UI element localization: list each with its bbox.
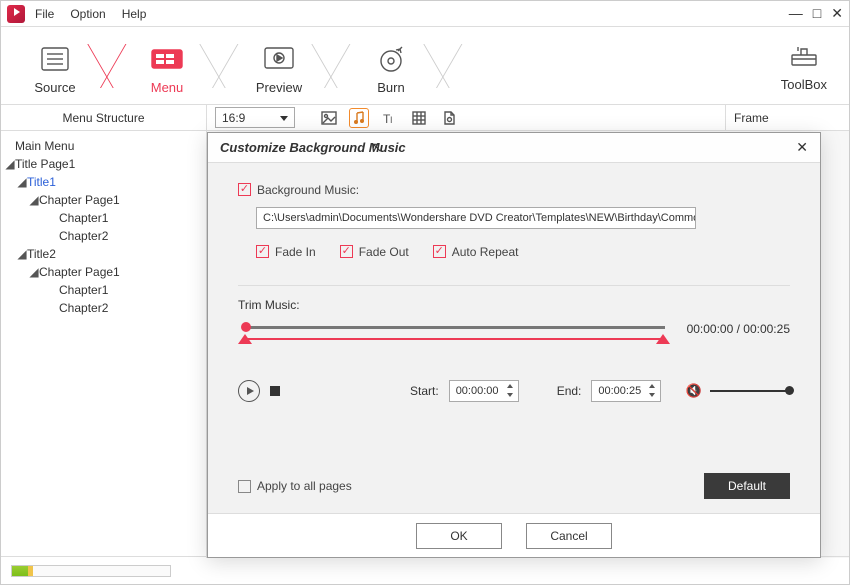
end-label: End: (557, 384, 582, 398)
step-arrow (211, 36, 235, 96)
trim-time-display: 00:00:00 / 00:00:25 (687, 322, 790, 336)
dialog-header: Customize Background Music ✕ (208, 133, 820, 163)
step-source-label: Source (11, 80, 99, 95)
music-tool-icon[interactable] (349, 108, 369, 128)
tree-title2[interactable]: ◢Title2 (5, 245, 202, 263)
tree-chapter-page1[interactable]: ◢Chapter Page1 (5, 191, 202, 209)
background-music-checkbox[interactable]: Background Music: (238, 183, 359, 197)
music-path-input[interactable]: C:\Users\admin\Documents\Wondershare DVD… (256, 207, 696, 229)
customize-music-dialog: Customize Background Music ✕ Background … (207, 132, 821, 558)
tree-chapter[interactable]: Chapter2 (5, 227, 202, 245)
menu-bar: File Option Help (35, 7, 146, 21)
minimize-button[interactable]: — (789, 5, 803, 22)
menu-icon (144, 42, 190, 76)
tree-main-menu[interactable]: Main Menu (5, 137, 202, 155)
disc-usage-bar (11, 565, 171, 577)
fade-out-checkbox[interactable]: Fade Out (340, 245, 409, 259)
tree-title1[interactable]: ◢Title1 (5, 173, 202, 191)
menu-file[interactable]: File (35, 7, 54, 21)
cancel-button[interactable]: Cancel (526, 523, 612, 549)
checkbox-icon (238, 183, 251, 196)
trim-slider[interactable]: 00:00:00 / 00:00:25 (238, 320, 790, 350)
chapter-tool-icon[interactable] (409, 108, 429, 128)
workflow-steps: Source Menu Preview Burn ToolBox (1, 27, 849, 105)
panel-title-menu-structure: Menu Structure (1, 105, 207, 130)
checkbox-icon (340, 245, 353, 258)
aspect-ratio-select[interactable]: 16:9 (215, 107, 295, 128)
text-tool-icon[interactable]: TI (379, 108, 399, 128)
fade-in-checkbox[interactable]: Fade In (256, 245, 316, 259)
dialog-close-button[interactable]: ✕ (796, 139, 808, 156)
background-music-label: Background Music: (257, 183, 359, 197)
checkbox-icon (433, 245, 446, 258)
file-tool-icon[interactable] (439, 108, 459, 128)
ok-button[interactable]: OK (416, 523, 502, 549)
image-tool-icon[interactable] (319, 108, 339, 128)
menu-option[interactable]: Option (70, 7, 105, 21)
source-icon (32, 42, 78, 76)
step-preview-label: Preview (235, 80, 323, 95)
default-button[interactable]: Default (704, 473, 790, 499)
volume-icon[interactable]: 🔇 (686, 383, 702, 399)
close-button[interactable]: ✕ (831, 5, 843, 22)
auto-repeat-checkbox[interactable]: Auto Repeat (433, 245, 519, 259)
dialog-title: Customize Background Music (220, 140, 406, 155)
status-bar (1, 556, 849, 584)
volume-slider[interactable] (710, 390, 790, 392)
preview-icon (256, 42, 302, 76)
trim-start-handle[interactable] (238, 334, 252, 344)
end-time-input[interactable]: 00:00:25 (591, 380, 661, 402)
spin-up[interactable] (646, 382, 658, 391)
aspect-ratio-value: 16:9 (222, 111, 245, 125)
step-toolbox-label: ToolBox (781, 77, 827, 92)
stop-button[interactable] (270, 386, 280, 396)
svg-text:I: I (390, 115, 393, 125)
trim-playhead[interactable] (241, 322, 251, 332)
apply-all-pages-checkbox[interactable]: Apply to all pages (238, 479, 352, 493)
trim-music-label: Trim Music: (238, 298, 790, 312)
tree-title-page1[interactable]: ◢Title Page1 (5, 155, 202, 173)
tree-chapter[interactable]: Chapter1 (5, 281, 202, 299)
start-time-input[interactable]: 00:00:00 (449, 380, 519, 402)
step-arrow (435, 36, 459, 96)
step-burn-label: Burn (347, 80, 435, 95)
panel-title-frame: Frame (725, 105, 849, 130)
app-icon (7, 5, 25, 23)
spin-up[interactable] (504, 382, 516, 391)
checkbox-icon (256, 245, 269, 258)
maximize-button[interactable]: □ (813, 5, 821, 22)
menu-help[interactable]: Help (122, 7, 147, 21)
step-arrow (323, 36, 347, 96)
tree-chapter[interactable]: Chapter1 (5, 209, 202, 227)
toolbox-icon (781, 39, 827, 73)
spin-down[interactable] (504, 391, 516, 400)
step-toolbox[interactable]: ToolBox (781, 39, 839, 92)
checkbox-icon (238, 480, 251, 493)
step-arrow (99, 36, 123, 96)
sub-toolbar: Menu Structure 16:9 TI Frame (1, 105, 849, 131)
music-path-value: C:\Users\admin\Documents\Wondershare DVD… (263, 212, 696, 224)
title-bar: File Option Help — □ ✕ (1, 1, 849, 27)
tree-chapter[interactable]: Chapter2 (5, 299, 202, 317)
step-menu-label: Menu (123, 80, 211, 95)
burn-icon (368, 42, 414, 76)
spin-down[interactable] (646, 391, 658, 400)
menu-structure-tree[interactable]: Main Menu ◢Title Page1 ◢Title1 ◢Chapter … (1, 131, 207, 558)
tree-chapter-page1[interactable]: ◢Chapter Page1 (5, 263, 202, 281)
trim-end-handle[interactable] (656, 334, 670, 344)
start-label: Start: (410, 384, 439, 398)
play-button[interactable] (238, 380, 260, 402)
